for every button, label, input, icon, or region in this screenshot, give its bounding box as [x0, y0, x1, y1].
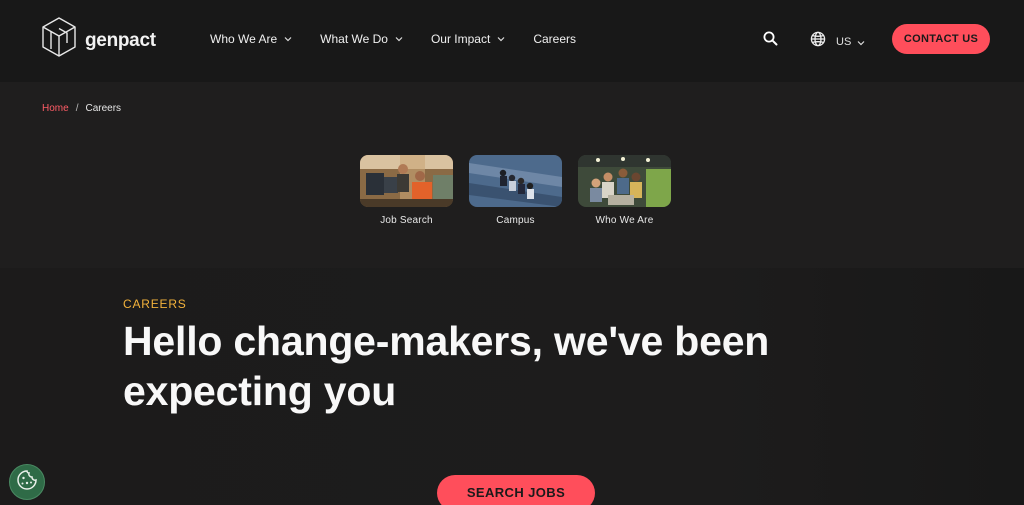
- breadcrumb: Home / Careers: [42, 103, 121, 114]
- search-jobs-button[interactable]: SEARCH JOBS: [437, 475, 595, 505]
- site-header: genpact Who We Are What We Do Our Impact…: [0, 0, 1024, 82]
- nav-item-who-we-are[interactable]: Who We Are: [210, 32, 292, 46]
- campus-thumbnail: [469, 155, 562, 207]
- main-nav: Who We Are What We Do Our Impact Careers: [210, 32, 604, 46]
- nav-item-careers[interactable]: Careers: [533, 32, 576, 46]
- contact-us-button[interactable]: CONTACT US: [892, 24, 990, 54]
- nav-item-our-impact[interactable]: Our Impact: [431, 32, 505, 46]
- breadcrumb-home-link[interactable]: Home: [42, 103, 69, 114]
- card-label: Campus: [496, 215, 535, 226]
- brand-name: genpact: [85, 29, 156, 51]
- careers-quick-links: Job Search Campus Who We Are: [360, 155, 687, 226]
- card-label: Who We Are: [595, 215, 654, 226]
- nav-item-what-we-do[interactable]: What We Do: [320, 32, 403, 46]
- globe-icon: [810, 31, 826, 52]
- genpact-cube-logo-icon: [41, 16, 77, 65]
- chevron-down-icon: [497, 36, 505, 42]
- nav-item-label: Careers: [533, 32, 576, 46]
- nav-item-label: Our Impact: [430, 32, 491, 46]
- region-selector[interactable]: US: [810, 31, 865, 52]
- cookie-icon: [15, 468, 39, 497]
- card-campus[interactable]: Campus: [469, 155, 562, 226]
- card-label: Job Search: [380, 215, 433, 226]
- breadcrumb-separator: /: [75, 103, 79, 114]
- card-job-search[interactable]: Job Search: [360, 155, 453, 226]
- nav-item-label: Who We Are: [210, 32, 278, 46]
- region-label: US: [836, 35, 852, 48]
- nav-item-label: What We Do: [320, 32, 388, 46]
- chevron-down-icon: [395, 36, 403, 42]
- cookie-settings-button[interactable]: [9, 464, 45, 500]
- search-button[interactable]: [763, 31, 778, 51]
- breadcrumb-current: Careers: [85, 103, 122, 114]
- card-who-we-are[interactable]: Who We Are: [578, 155, 671, 226]
- who-we-are-thumbnail: [578, 155, 671, 207]
- search-icon: [763, 31, 778, 50]
- job-search-thumbnail: [360, 155, 453, 207]
- hero-headline: Hello change-makers, we've been expectin…: [123, 318, 770, 414]
- hero-eyebrow: CAREERS: [123, 297, 187, 311]
- brand-logo[interactable]: genpact: [41, 16, 156, 65]
- chevron-down-icon: [284, 36, 292, 42]
- chevron-down-icon: [857, 33, 865, 51]
